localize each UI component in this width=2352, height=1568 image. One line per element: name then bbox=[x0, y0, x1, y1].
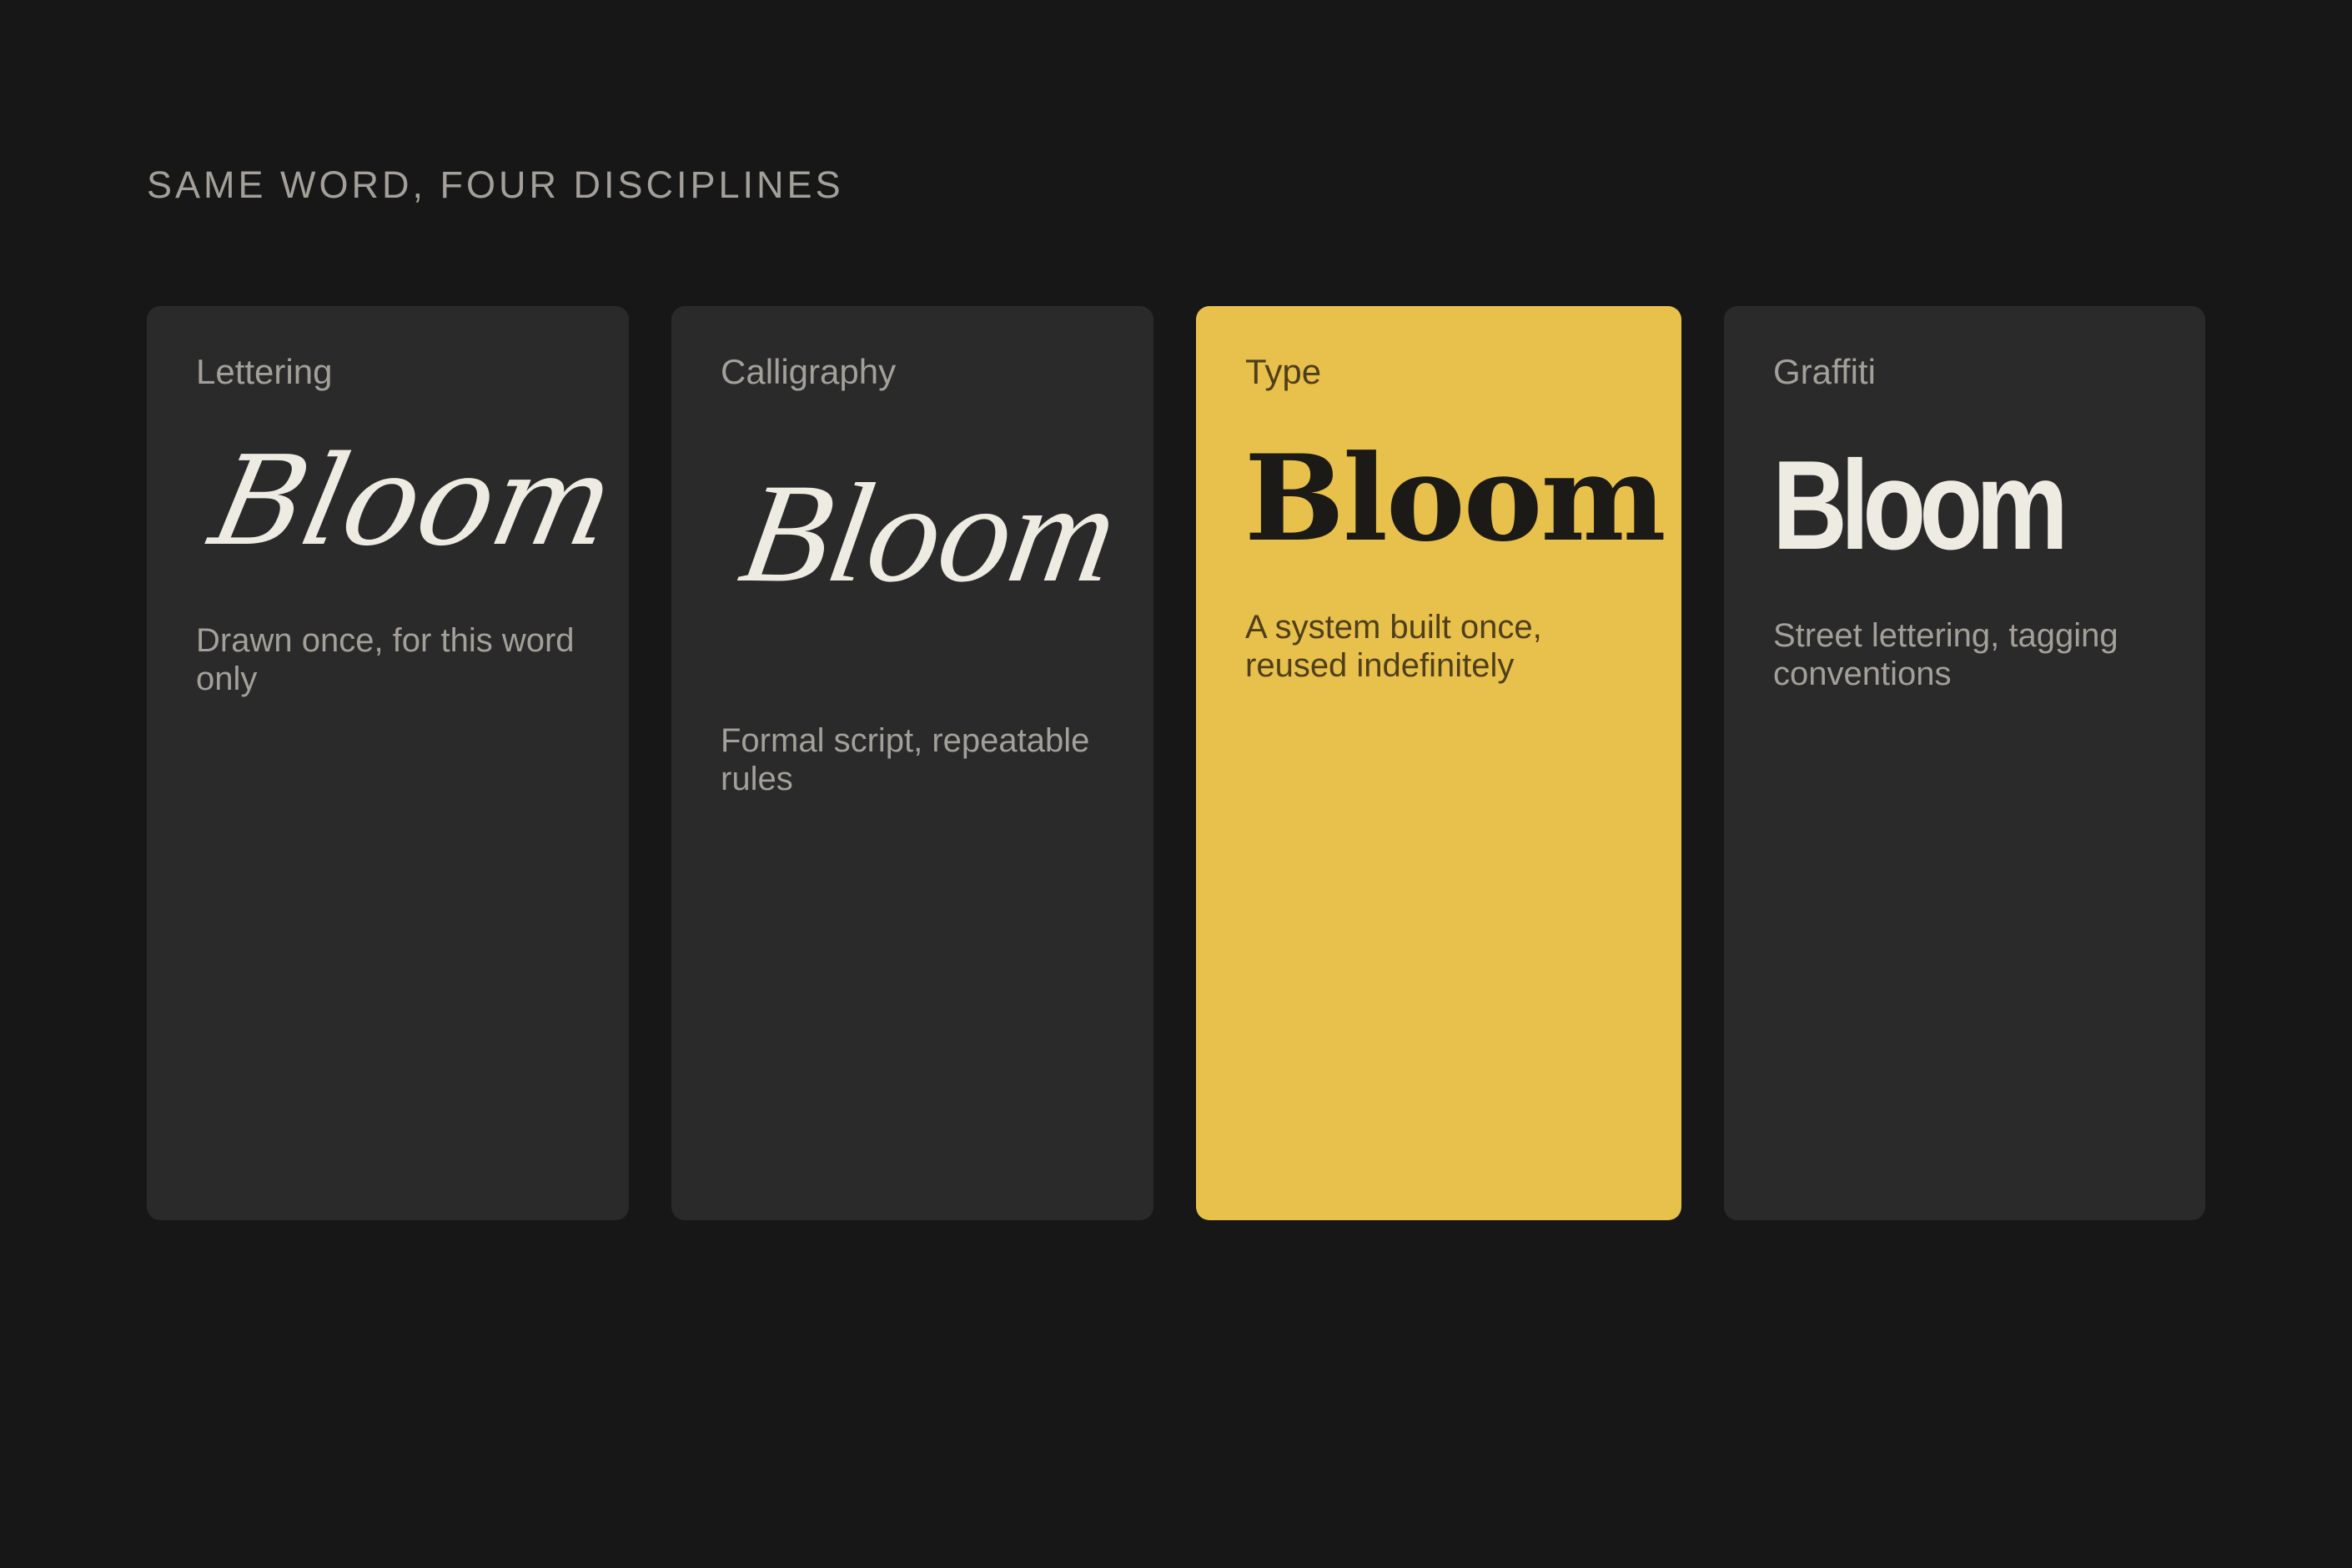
sample-word-lettering: Bloom bbox=[200, 430, 627, 573]
card-type[interactable]: Type Bloom A system built once, reused i… bbox=[1196, 306, 1681, 1220]
card-description: Drawn once, for this word only bbox=[196, 622, 575, 697]
card-lettering[interactable]: Lettering Bloom Drawn once, for this wor… bbox=[147, 306, 629, 1220]
card-description: Street lettering, tagging conventions bbox=[1773, 617, 2118, 692]
card-calligraphy[interactable]: Calligraphy Bloom Formal script, repeata… bbox=[671, 306, 1153, 1220]
sample-word-type: Bloom bbox=[1244, 430, 1666, 568]
card-label: Lettering bbox=[196, 352, 333, 391]
sample-word-calligraphy: Bloom bbox=[730, 455, 1128, 611]
sample-word-graffiti: Bloom bbox=[1772, 435, 2068, 576]
card-description: Formal script, repeatable rules bbox=[721, 722, 1090, 797]
section-heading: SAME WORD, FOUR DISCIPLINES bbox=[147, 163, 844, 206]
card-graffiti[interactable]: Graffiti Bloom Street lettering, tagging… bbox=[1724, 306, 2205, 1220]
card-label: Type bbox=[1245, 352, 1322, 391]
card-label: Graffiti bbox=[1773, 352, 1876, 391]
card-description: A system built once, reused indefinitely bbox=[1245, 609, 1542, 684]
card-label: Calligraphy bbox=[721, 352, 897, 391]
